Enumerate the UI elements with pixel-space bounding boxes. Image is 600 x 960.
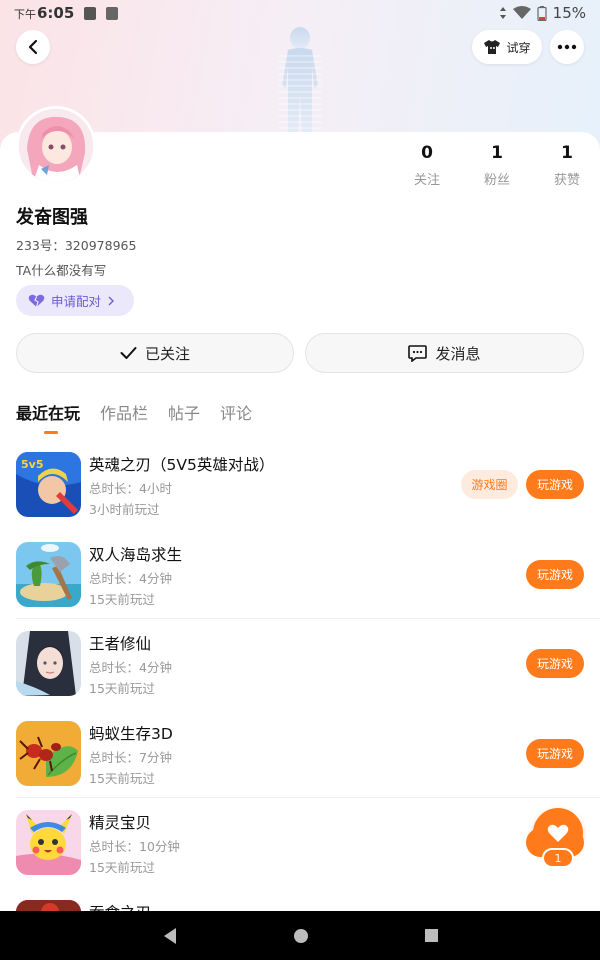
game-name: 蚂蚁生存3D [89,724,173,743]
stat-value: 1 [561,143,573,163]
game-duration: 总时长：10分钟 [89,839,180,854]
followed-button[interactable]: 已关注 [16,333,294,373]
list-item[interactable]: 双人海岛求生 总时长：4分钟 15天前玩过 玩游戏 [0,530,600,620]
game-last-played: 15天前玩过 [89,591,155,607]
stat-likes[interactable]: 1 获赞 [532,143,600,188]
triangle-back-icon[interactable] [162,927,178,945]
pair-request-button[interactable]: 申请配对 [16,285,134,316]
followed-label: 已关注 [144,344,190,363]
square-recents-icon[interactable] [424,928,439,943]
send-message-button[interactable]: 发消息 [305,333,584,373]
play-game-button[interactable]: 玩游戏 [526,738,584,768]
user-id: 233号：320978965 [16,238,137,253]
like-count-badge: 1 [542,848,574,868]
user-bio: TA什么都没有写 [16,263,107,278]
heart-icon [547,824,569,842]
status-time: 6:05 [37,4,75,22]
username: 发奋图强 [16,207,88,228]
list-item[interactable]: 蚂蚁生存3D 总时长：7分钟 15天前玩过 玩游戏 [0,709,600,799]
status-bar: 下午6:05 15% [0,0,600,26]
stat-value: 1 [491,143,503,163]
list-item[interactable]: 王者修仙 总时长：4分钟 15天前玩过 玩游戏 [0,619,600,709]
status-time-prefix: 下午 [14,8,36,21]
send-message-label: 发消息 [435,344,481,363]
tab-works[interactable]: 作品栏 [100,400,148,436]
game-last-played: 15天前玩过 [89,681,155,696]
game-duration: 总时长：4分钟 [89,570,172,586]
chat-bubble-icon [408,344,428,362]
profile-avatar[interactable] [16,106,96,186]
tab-comments[interactable]: 评论 [220,400,252,436]
game-last-played: 15天前玩过 [89,860,155,875]
system-navigation-bar [0,911,600,960]
game-icon-image [16,720,81,786]
stat-fans[interactable]: 1 粉丝 [462,143,532,188]
chevron-right-icon [108,296,115,305]
play-game-button[interactable]: 玩游戏 [526,470,584,499]
image-notification-icon [106,6,119,20]
game-duration: 总时长：4分钟 [89,660,172,675]
stat-label: 获赞 [553,173,580,188]
game-name: 王者修仙 [89,635,152,653]
stat-following[interactable]: 0 关注 [392,143,462,188]
stat-label: 粉丝 [483,173,510,188]
tryon-label: 试穿 [506,40,531,55]
svg-text:5v5: 5v5 [21,458,43,471]
more-dots-icon [557,44,577,50]
recent-games-list: 5v5 英魂之刃（5V5英雄对战） 总时长：4小时 3小时前玩过 游戏圈 玩游戏… [0,440,600,960]
tshirt-icon [484,40,501,54]
stat-value: 0 [421,143,433,163]
game-icon-image [16,631,81,696]
game-name: 双人海岛求生 [89,545,183,564]
wifi-icon [512,6,531,19]
pair-request-label: 申请配对 [51,294,102,309]
battery-percent: 15% [552,4,586,22]
circle-home-icon[interactable] [293,928,309,944]
tab-recent-play[interactable]: 最近在玩 [16,400,80,436]
game-icon-image: 5v5 [16,452,81,517]
battery-icon [537,5,547,21]
game-name: 精灵宝贝 [89,814,152,832]
game-name: 英魂之刃（5V5英雄对战） [89,456,275,474]
heart-pair-icon [28,294,45,307]
play-game-button[interactable]: 玩游戏 [526,559,584,589]
game-icon-image [16,810,81,875]
game-icon-image [16,541,81,607]
game-duration: 总时长：4小时 [89,481,172,496]
profile-tabs: 最近在玩 作品栏 帖子 评论 [16,400,252,436]
list-item[interactable]: 精灵宝贝 总时长：10分钟 15天前玩过 玩游戏 [0,798,600,888]
back-arrow-icon [28,39,38,55]
avatar-figure-image [278,27,322,134]
game-last-played: 3小时前玩过 [89,502,160,517]
play-game-button[interactable]: 玩游戏 [526,649,584,678]
tryon-button[interactable]: 试穿 [472,30,542,64]
data-arrows-icon [499,7,506,19]
profile-stats: 0 关注 1 粉丝 1 获赞 [392,143,600,188]
game-last-played: 15天前玩过 [89,770,155,786]
avatar-image [19,109,93,183]
checkmark-icon [120,347,137,359]
stat-label: 关注 [413,173,440,188]
notification-icon [84,6,97,20]
tab-posts[interactable]: 帖子 [168,400,200,436]
game-circle-button[interactable]: 游戏圈 [461,470,518,499]
more-button[interactable] [550,30,584,64]
game-duration: 总时长：7分钟 [89,749,172,765]
list-item[interactable]: 5v5 英魂之刃（5V5英雄对战） 总时长：4小时 3小时前玩过 游戏圈 玩游戏 [0,440,600,530]
back-button[interactable] [16,30,50,64]
